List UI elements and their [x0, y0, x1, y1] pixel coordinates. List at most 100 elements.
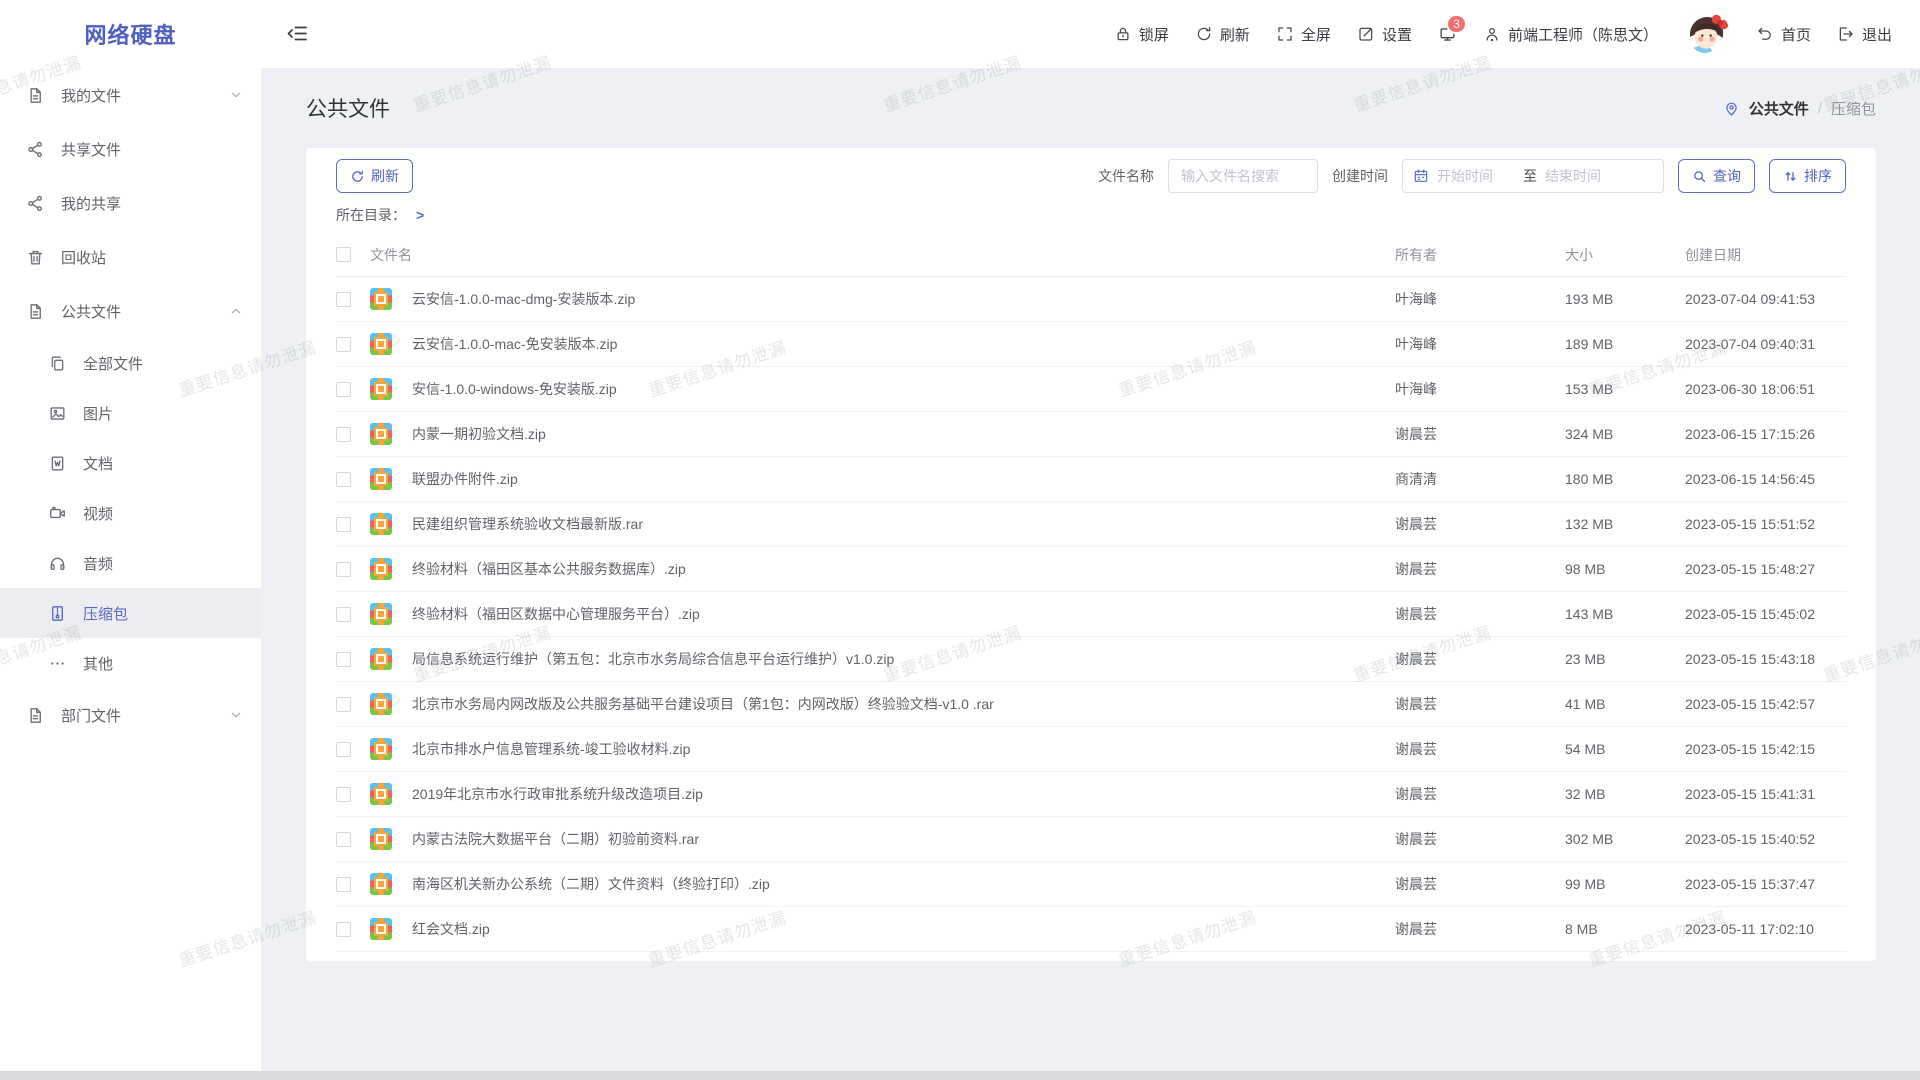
top-header: 锁屏 刷新 全屏 设置 3 前端工程师（陈思文）: [261, 0, 1920, 68]
table-row: 安信-1.0.0-windows-免安装版.zip 叶海峰 153 MB 202…: [336, 367, 1846, 412]
file-name[interactable]: 终验材料（福田区基本公共服务数据库）.zip: [412, 559, 686, 579]
row-checkbox[interactable]: [336, 652, 351, 667]
file-name[interactable]: 安信-1.0.0-windows-免安装版.zip: [412, 379, 617, 399]
headphones-icon: [48, 554, 67, 573]
file-name-cell: 终验材料（福田区基本公共服务数据库）.zip: [412, 559, 1395, 579]
column-header-size: 大小: [1565, 245, 1685, 265]
logout-button[interactable]: 退出: [1837, 24, 1892, 45]
file-owner: 叶海峰: [1395, 379, 1565, 399]
select-all-checkbox[interactable]: [336, 247, 351, 262]
row-checkbox[interactable]: [336, 607, 351, 622]
user-menu[interactable]: 前端工程师（陈思文）: [1483, 24, 1658, 45]
file-name[interactable]: 北京市水务局内网改版及公共服务基础平台建设项目（第1包：内网改版）终验验文档-v…: [412, 694, 994, 714]
row-checkbox[interactable]: [336, 337, 351, 352]
file-name[interactable]: 北京市排水户信息管理系统-竣工验收材料.zip: [412, 739, 690, 759]
home-button[interactable]: 首页: [1756, 24, 1811, 45]
file-owner: 谢晨芸: [1395, 919, 1565, 939]
sidebar-item-others[interactable]: 其他: [0, 638, 261, 688]
file-name[interactable]: 终验材料（福田区数据中心管理服务平台）.zip: [412, 604, 700, 624]
breadcrumb-root[interactable]: 公共文件: [1749, 98, 1809, 119]
word-doc-icon: [48, 454, 67, 473]
file-date: 2023-05-15 15:41:31: [1685, 786, 1846, 802]
row-checkbox[interactable]: [336, 832, 351, 847]
file-name[interactable]: 云安信-1.0.0-mac-dmg-安装版本.zip: [412, 289, 635, 309]
file-date: 2023-05-15 15:42:57: [1685, 696, 1846, 712]
row-checkbox[interactable]: [336, 742, 351, 757]
filename-search-input[interactable]: [1168, 159, 1318, 193]
row-checkbox[interactable]: [336, 292, 351, 307]
file-name-cell: 终验材料（福田区数据中心管理服务平台）.zip: [412, 604, 1395, 624]
directory-arrow[interactable]: >: [416, 207, 424, 223]
chevron-down-icon: [229, 88, 243, 102]
file-name-cell: 内蒙一期初验文档.zip: [412, 424, 1395, 444]
lock-screen-button[interactable]: 锁屏: [1114, 24, 1169, 45]
file-name[interactable]: 民建组织管理系统验收文档最新版.rar: [412, 514, 643, 534]
page-title: 公共文件: [306, 93, 390, 123]
sidebar-item-department-files[interactable]: 部门文件: [0, 688, 261, 742]
file-name[interactable]: 云安信-1.0.0-mac-免安装版本.zip: [412, 334, 617, 354]
zip-archive-icon: [370, 558, 392, 580]
file-name[interactable]: 2019年北京市水行政审批系统升级改造项目.zip: [412, 784, 703, 804]
column-header-date: 创建日期: [1685, 245, 1846, 265]
avatar-illustration: [1684, 11, 1730, 57]
zip-archive-icon: [370, 918, 392, 940]
sidebar-item-audio[interactable]: 音频: [0, 538, 261, 588]
file-name[interactable]: 红会文档.zip: [412, 919, 490, 939]
sidebar-item-archives[interactable]: 压缩包: [0, 588, 261, 638]
file-name[interactable]: 内蒙古法院大数据平台（二期）初验前资料.rar: [412, 829, 699, 849]
fullscreen-icon: [1276, 25, 1294, 43]
trash-icon: [26, 248, 45, 267]
sidebar-item-videos[interactable]: 视频: [0, 488, 261, 538]
row-checkbox[interactable]: [336, 517, 351, 532]
fullscreen-button[interactable]: 全屏: [1276, 24, 1331, 45]
file-name[interactable]: 联盟办件附件.zip: [412, 469, 518, 489]
row-checkbox[interactable]: [336, 877, 351, 892]
date-range-to-label: 至: [1523, 166, 1537, 186]
query-button[interactable]: 查询: [1678, 159, 1755, 193]
file-size: 180 MB: [1565, 471, 1685, 487]
refresh-list-button[interactable]: 刷新: [336, 159, 413, 193]
zip-archive-icon: [370, 783, 392, 805]
menu-collapse-icon[interactable]: [285, 22, 309, 46]
sidebar-item-label: 视频: [83, 503, 243, 524]
sidebar-item-shared-files[interactable]: 共享文件: [0, 122, 261, 176]
sidebar-item-label: 回收站: [61, 247, 243, 268]
row-checkbox[interactable]: [336, 562, 351, 577]
sidebar-item-all-files[interactable]: 全部文件: [0, 338, 261, 388]
file-name-cell: 云安信-1.0.0-mac-dmg-安装版本.zip: [412, 289, 1395, 309]
sidebar-item-images[interactable]: 图片: [0, 388, 261, 438]
row-checkbox[interactable]: [336, 697, 351, 712]
file-name[interactable]: 南海区机关新办公系统（二期）文件资料（终验打印）.zip: [412, 874, 770, 894]
row-checkbox[interactable]: [336, 922, 351, 937]
sidebar-item-my-files[interactable]: 我的文件: [0, 68, 261, 122]
row-checkbox[interactable]: [336, 427, 351, 442]
file-date: 2023-05-15 15:48:27: [1685, 561, 1846, 577]
sidebar: 网络硬盘 我的文件 共享文件 我的共享 回收站 公共文件 全部文件 图片 文档 …: [0, 0, 261, 1080]
row-checkbox[interactable]: [336, 382, 351, 397]
sidebar-item-public-files[interactable]: 公共文件: [0, 284, 261, 338]
date-range-picker[interactable]: 至: [1402, 159, 1664, 193]
sidebar-item-label: 我的文件: [61, 85, 229, 106]
notifications-button[interactable]: 3: [1438, 25, 1457, 44]
file-size: 132 MB: [1565, 516, 1685, 532]
calendar-icon: [1413, 168, 1429, 184]
chevron-up-icon: [229, 304, 243, 318]
sidebar-item-documents[interactable]: 文档: [0, 438, 261, 488]
file-name[interactable]: 内蒙一期初验文档.zip: [412, 424, 546, 444]
file-owner: 谢晨芸: [1395, 874, 1565, 894]
file-size: 189 MB: [1565, 336, 1685, 352]
file-date: 2023-05-15 15:51:52: [1685, 516, 1846, 532]
row-checkbox[interactable]: [336, 787, 351, 802]
row-checkbox[interactable]: [336, 472, 351, 487]
file-name[interactable]: 局信息系统运行维护（第五包：北京市水务局综合信息平台运行维护）v1.0.zip: [412, 649, 894, 669]
end-date-input[interactable]: [1545, 168, 1623, 184]
sidebar-item-my-shares[interactable]: 我的共享: [0, 176, 261, 230]
sidebar-item-recycle-bin[interactable]: 回收站: [0, 230, 261, 284]
file-size: 23 MB: [1565, 651, 1685, 667]
sort-button[interactable]: 排序: [1769, 159, 1846, 193]
start-date-input[interactable]: [1437, 168, 1515, 184]
user-icon: [1483, 25, 1501, 43]
settings-button[interactable]: 设置: [1357, 24, 1412, 45]
avatar[interactable]: [1684, 11, 1730, 57]
refresh-page-button[interactable]: 刷新: [1195, 24, 1250, 45]
